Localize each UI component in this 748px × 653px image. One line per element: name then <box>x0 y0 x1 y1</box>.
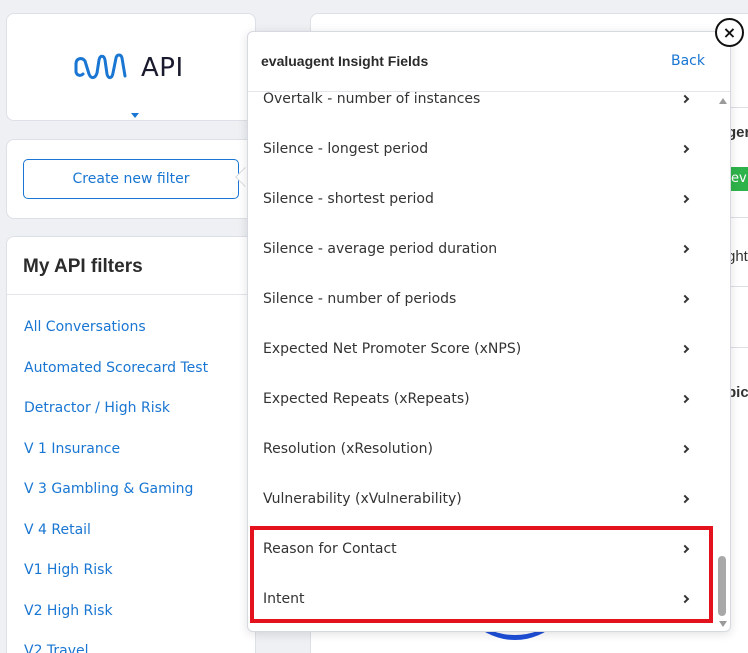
insight-field-item[interactable]: Silence - number of periods <box>248 274 718 324</box>
my-filters-card: My API filters All Conversations Automat… <box>6 236 256 653</box>
my-filters-title: My API filters <box>23 256 143 277</box>
chevron-right-icon <box>680 394 690 404</box>
filter-link[interactable]: V1 High Risk <box>24 560 208 601</box>
insight-field-label: Silence - shortest period <box>263 191 434 207</box>
logo-card: API <box>6 13 256 121</box>
scroll-up-arrow-icon[interactable] <box>719 98 727 104</box>
insight-field-label: Silence - number of periods <box>263 291 457 307</box>
chevron-right-icon <box>680 94 690 104</box>
insight-field-label: Resolution (xResolution) <box>263 441 433 457</box>
insight-field-label: Expected Net Promoter Score (xNPS) <box>263 341 522 357</box>
chevron-right-icon <box>680 194 690 204</box>
waveform-logo-icon <box>74 53 127 80</box>
insight-field-item[interactable]: Resolution (xResolution) <box>248 424 718 474</box>
chevron-right-icon <box>680 244 690 254</box>
back-link[interactable]: Back <box>671 53 705 69</box>
highlight-box <box>250 526 713 623</box>
create-new-filter-button[interactable]: Create new filter <box>23 159 239 199</box>
filter-link[interactable]: Automated Scorecard Test <box>24 358 208 399</box>
chevron-right-icon <box>680 344 690 354</box>
filter-link[interactable]: V2 High Risk <box>24 601 208 642</box>
filter-link[interactable]: All Conversations <box>24 317 208 358</box>
insight-field-label: Silence - longest period <box>263 141 429 157</box>
create-filter-card: Create new filter <box>6 139 256 219</box>
filter-link[interactable]: V 1 Insurance <box>24 439 208 480</box>
chevron-down-icon[interactable] <box>131 113 139 118</box>
insight-field-label: Silence - average period duration <box>263 241 498 257</box>
scroll-down-arrow-icon[interactable] <box>719 621 727 627</box>
insight-field-item[interactable]: Expected Repeats (xRepeats) <box>248 374 718 424</box>
insight-field-item[interactable]: Silence - longest period <box>248 124 718 174</box>
logo[interactable]: API <box>73 52 184 84</box>
insight-field-item[interactable]: Silence - shortest period <box>248 174 718 224</box>
insight-field-label: Expected Repeats (xRepeats) <box>263 391 470 407</box>
divider <box>7 294 255 295</box>
filter-link[interactable]: V 4 Retail <box>24 520 208 561</box>
close-button[interactable]: × <box>715 18 744 47</box>
chevron-right-icon <box>680 294 690 304</box>
insight-field-label: Vulnerability (xVulnerability) <box>263 491 462 507</box>
popover-title: evaluagent Insight Fields <box>261 53 429 69</box>
close-icon: × <box>722 22 737 42</box>
insight-field-item[interactable]: Expected Net Promoter Score (xNPS) <box>248 324 718 374</box>
scrollbar-thumb[interactable] <box>718 556 726 616</box>
logo-text: API <box>141 53 184 83</box>
insight-field-item[interactable]: Overtalk - number of instances <box>248 74 718 124</box>
filter-link[interactable]: Detractor / High Risk <box>24 398 208 439</box>
filter-link[interactable]: V2 Travel <box>24 641 208 653</box>
chevron-right-icon <box>680 444 690 454</box>
insight-field-item[interactable]: Vulnerability (xVulnerability) <box>248 474 718 524</box>
insight-field-label: Overtalk - number of instances <box>263 91 481 107</box>
filter-link[interactable]: V 3 Gambling & Gaming <box>24 479 208 520</box>
filter-list: All Conversations Automated Scorecard Te… <box>24 317 208 653</box>
chevron-right-icon <box>680 494 690 504</box>
chevron-right-icon <box>680 144 690 154</box>
insight-field-item[interactable]: Silence - average period duration <box>248 224 718 274</box>
